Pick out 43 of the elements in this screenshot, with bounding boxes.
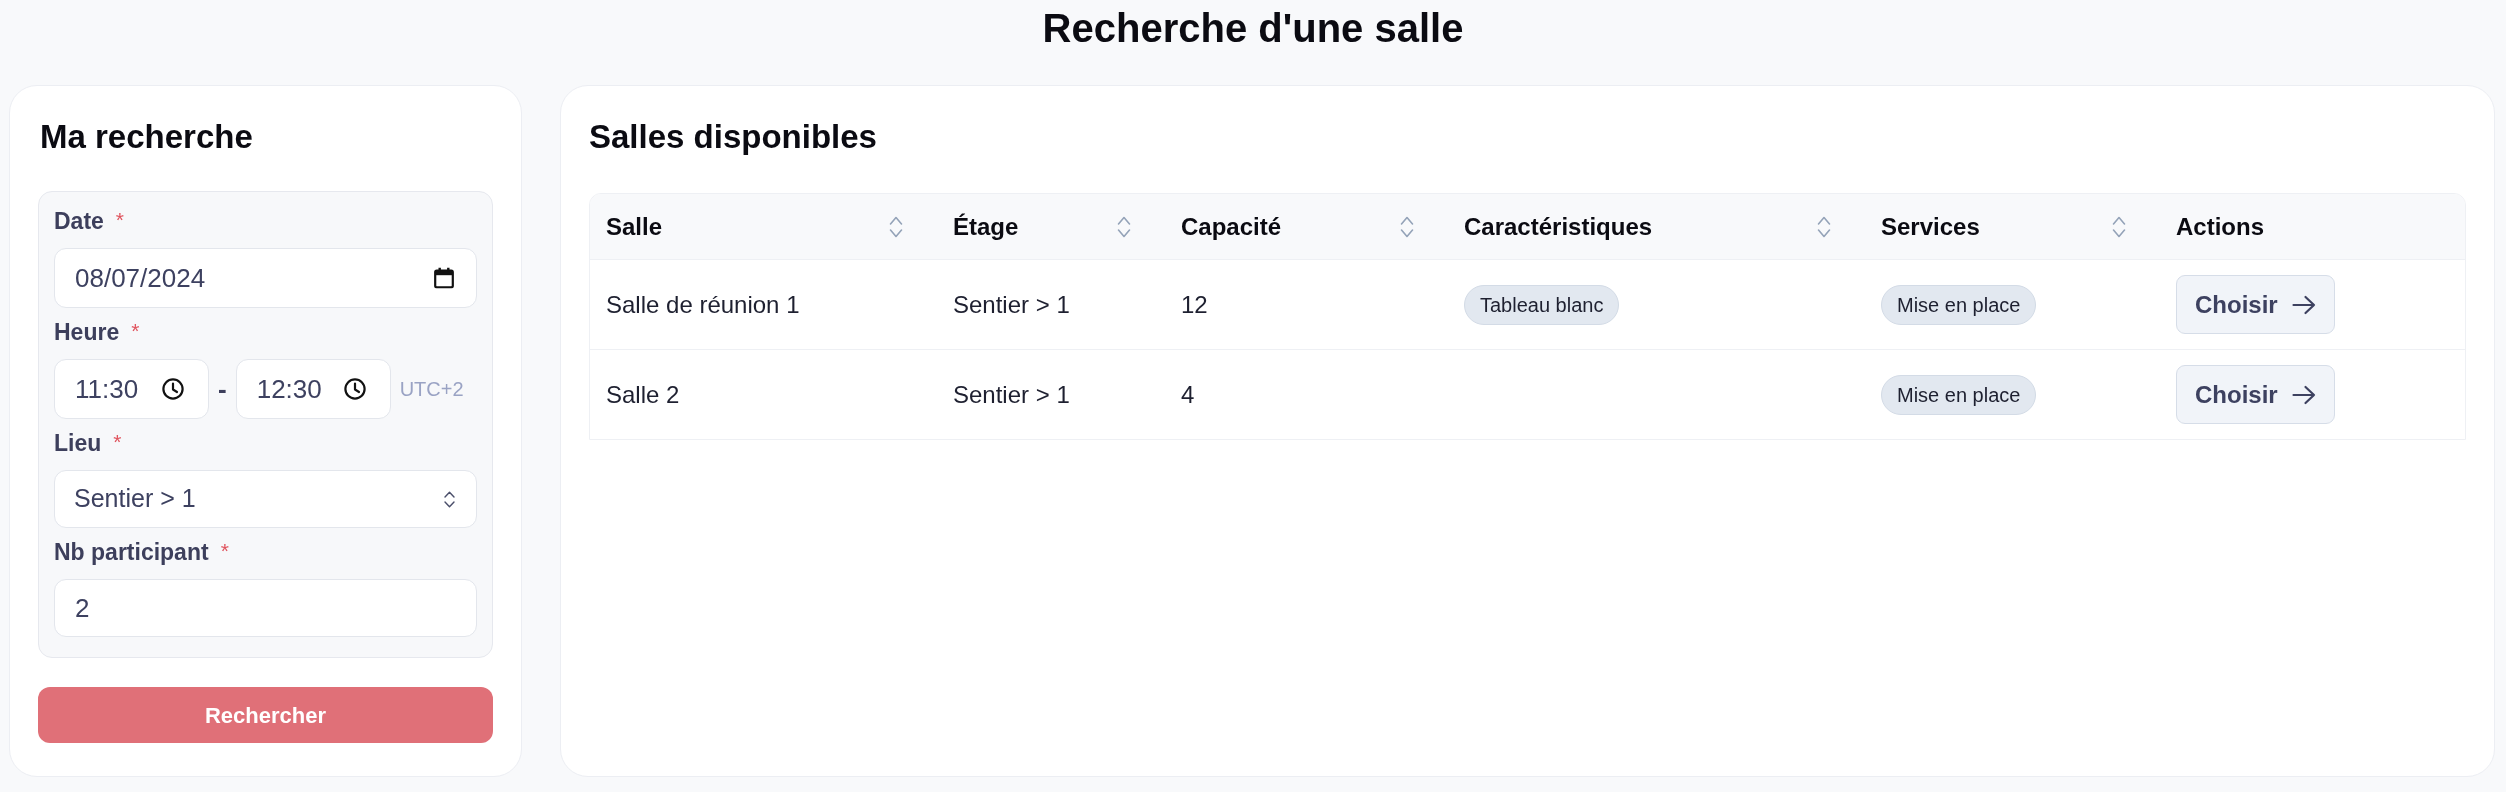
column-header[interactable]: Caractéristiques xyxy=(1464,208,1831,245)
table-cell-text: Salle 2 xyxy=(606,379,680,410)
timezone-label: UTC+2 xyxy=(399,377,464,402)
participants-field[interactable]: 2 xyxy=(54,579,477,637)
location-select[interactable]: Sentier > 1 xyxy=(54,470,477,528)
sort-icon[interactable] xyxy=(2112,215,2126,238)
table-cell-text: 12 xyxy=(1181,289,1208,320)
column-header[interactable]: Étage xyxy=(953,208,1131,245)
chevron-up-down-icon[interactable] xyxy=(444,490,455,508)
start-time-field[interactable]: 11:30 xyxy=(54,359,209,419)
column-header: Actions xyxy=(2176,211,2265,242)
table-cell-text: 4 xyxy=(1181,379,1195,410)
sort-icon[interactable] xyxy=(889,215,903,238)
required-asterisk: * xyxy=(113,431,122,452)
sort-icon[interactable] xyxy=(1817,215,1831,238)
column-header[interactable]: Services xyxy=(1881,208,2126,245)
table-cell-text: Sentier > 1 xyxy=(953,289,1070,320)
field-label: Lieu xyxy=(54,429,102,458)
service-tag: Mise en place xyxy=(1881,284,2037,325)
table-cell-text: Sentier > 1 xyxy=(953,379,1070,410)
required-asterisk: * xyxy=(115,209,125,230)
field-label: Nb participant xyxy=(54,538,209,567)
choose-button[interactable]: Choisir xyxy=(2176,365,2335,424)
arrow-right-icon xyxy=(2291,294,2316,315)
column-header[interactable]: Capacité xyxy=(1181,208,1414,245)
required-asterisk: * xyxy=(220,540,229,561)
table-cell-text: Salle de réunion 1 xyxy=(606,289,800,320)
service-tag: Mise en place xyxy=(1881,374,2037,415)
sort-icon[interactable] xyxy=(1400,215,1414,238)
field-label: Date xyxy=(54,207,104,236)
column-header[interactable]: Salle xyxy=(606,208,903,245)
date-field[interactable]: 08/07/2024 xyxy=(54,248,477,308)
page-title: Recherche d'une salle xyxy=(1042,5,1464,52)
end-time-field[interactable]: 12:30 xyxy=(235,359,391,419)
panel-heading: Ma recherche xyxy=(40,117,253,157)
panel-heading: Salles disponibles xyxy=(589,117,877,157)
feature-tag: Tableau blanc xyxy=(1464,284,1620,325)
sort-icon[interactable] xyxy=(1117,215,1131,238)
choose-button[interactable]: Choisir xyxy=(2176,275,2335,334)
field-label: Heure xyxy=(54,318,120,347)
required-asterisk: * xyxy=(131,320,140,341)
arrow-right-icon xyxy=(2291,384,2316,405)
time-separator: - xyxy=(218,372,227,406)
